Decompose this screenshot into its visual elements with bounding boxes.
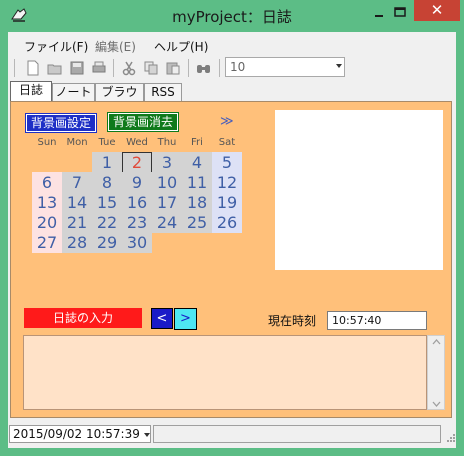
- calendar-day[interactable]: 15: [92, 192, 122, 213]
- calendar-day[interactable]: 9: [122, 172, 152, 193]
- calendar-day[interactable]: 1: [92, 152, 122, 173]
- new-file-icon[interactable]: [24, 59, 42, 77]
- calendar-day[interactable]: 28: [62, 232, 92, 253]
- calendar-day[interactable]: 21: [62, 212, 92, 233]
- calendar-day[interactable]: 17: [152, 192, 182, 213]
- calendar-day[interactable]: 6: [32, 172, 62, 193]
- save-icon[interactable]: [68, 59, 86, 77]
- menu-help[interactable]: ヘルプ(H): [154, 38, 208, 55]
- menu-edit[interactable]: 編集(E): [95, 38, 136, 55]
- tab-note[interactable]: ノート: [52, 83, 95, 101]
- calendar-day[interactable]: 27: [32, 232, 62, 253]
- calendar-day[interactable]: 14: [62, 192, 92, 213]
- paste-icon[interactable]: [164, 59, 182, 77]
- diary-text-area[interactable]: [23, 335, 427, 410]
- weekday-sun: Sun: [37, 137, 57, 148]
- open-folder-icon[interactable]: [46, 59, 64, 77]
- calendar-day[interactable]: 22: [92, 212, 122, 233]
- chevron-down-icon[interactable]: [144, 433, 150, 437]
- maximize-button[interactable]: [388, 4, 412, 22]
- background-image-area: [275, 110, 443, 270]
- clear-background-button[interactable]: 背景画消去: [108, 113, 178, 131]
- find-icon[interactable]: [195, 59, 213, 77]
- next-month-button[interactable]: ≫: [220, 114, 234, 129]
- weekday-wed: Wed: [126, 137, 148, 148]
- calendar-day[interactable]: 16: [122, 192, 152, 213]
- chevron-down-icon[interactable]: [336, 64, 342, 68]
- tab-rss[interactable]: RSS: [144, 83, 182, 101]
- current-time-label: 現在時刻: [268, 314, 317, 328]
- minimize-button[interactable]: [371, 4, 387, 20]
- diary-input-button[interactable]: 日誌の入力: [24, 308, 142, 328]
- cut-icon[interactable]: [120, 59, 138, 77]
- print-icon[interactable]: [90, 59, 108, 77]
- diary-scrollbar[interactable]: [427, 335, 445, 410]
- current-time-field: 10:57:40: [327, 311, 427, 330]
- calendar-day[interactable]: 30: [122, 232, 152, 253]
- calendar-day[interactable]: 24: [152, 212, 182, 233]
- calendar-day[interactable]: 7: [62, 172, 92, 193]
- toolbar-grip: [14, 59, 15, 77]
- weekday-tue: Tue: [98, 137, 116, 148]
- calendar-day[interactable]: 23: [122, 212, 152, 233]
- status-field: [153, 425, 441, 443]
- close-button[interactable]: ✕: [414, 0, 460, 21]
- chevron-down-icon[interactable]: [432, 401, 441, 407]
- calendar-day[interactable]: 8: [92, 172, 122, 193]
- set-background-button[interactable]: 背景画設定: [26, 114, 96, 132]
- calendar-day[interactable]: 26: [212, 212, 242, 233]
- toolbar-separator: [113, 59, 114, 77]
- calendar-day[interactable]: 2: [122, 152, 152, 173]
- calendar-day[interactable]: 5: [212, 152, 242, 173]
- tab-diary[interactable]: 日誌: [10, 81, 52, 102]
- calendar-day[interactable]: 18: [182, 192, 212, 213]
- zoom-combo[interactable]: 10: [225, 57, 345, 77]
- calendar-day[interactable]: 12: [212, 172, 242, 193]
- calendar-day[interactable]: 29: [92, 232, 122, 253]
- calendar-day[interactable]: 3: [152, 152, 182, 173]
- calendar-day[interactable]: 13: [32, 192, 62, 213]
- calendar-day[interactable]: 11: [182, 172, 212, 193]
- weekday-sat: Sat: [218, 137, 236, 148]
- tab-browser[interactable]: ブラウザ: [95, 83, 144, 115]
- resize-grip-icon[interactable]: [446, 433, 456, 443]
- menu-file[interactable]: ファイル(F): [24, 38, 88, 55]
- calendar-day[interactable]: 25: [182, 212, 212, 233]
- toolbar-separator: [219, 59, 220, 77]
- calendar-day[interactable]: 4: [182, 152, 212, 173]
- toolbar-separator: [188, 59, 189, 77]
- weekday-fri: Fri: [191, 137, 203, 148]
- calendar-day[interactable]: 19: [212, 192, 242, 213]
- chevron-up-icon[interactable]: [432, 339, 441, 345]
- prev-entry-button[interactable]: <: [151, 308, 173, 329]
- status-datetime-combo[interactable]: 2015/09/02 10:57:39: [9, 425, 151, 443]
- copy-icon[interactable]: [142, 59, 160, 77]
- calendar-day[interactable]: 10: [152, 172, 182, 193]
- title-bar[interactable]: myProject：日誌 ✕: [0, 0, 464, 32]
- next-entry-button[interactable]: >: [174, 308, 197, 330]
- weekday-thu: Thu: [157, 137, 177, 148]
- weekday-mon: Mon: [66, 137, 88, 148]
- calendar-day[interactable]: 20: [32, 212, 62, 233]
